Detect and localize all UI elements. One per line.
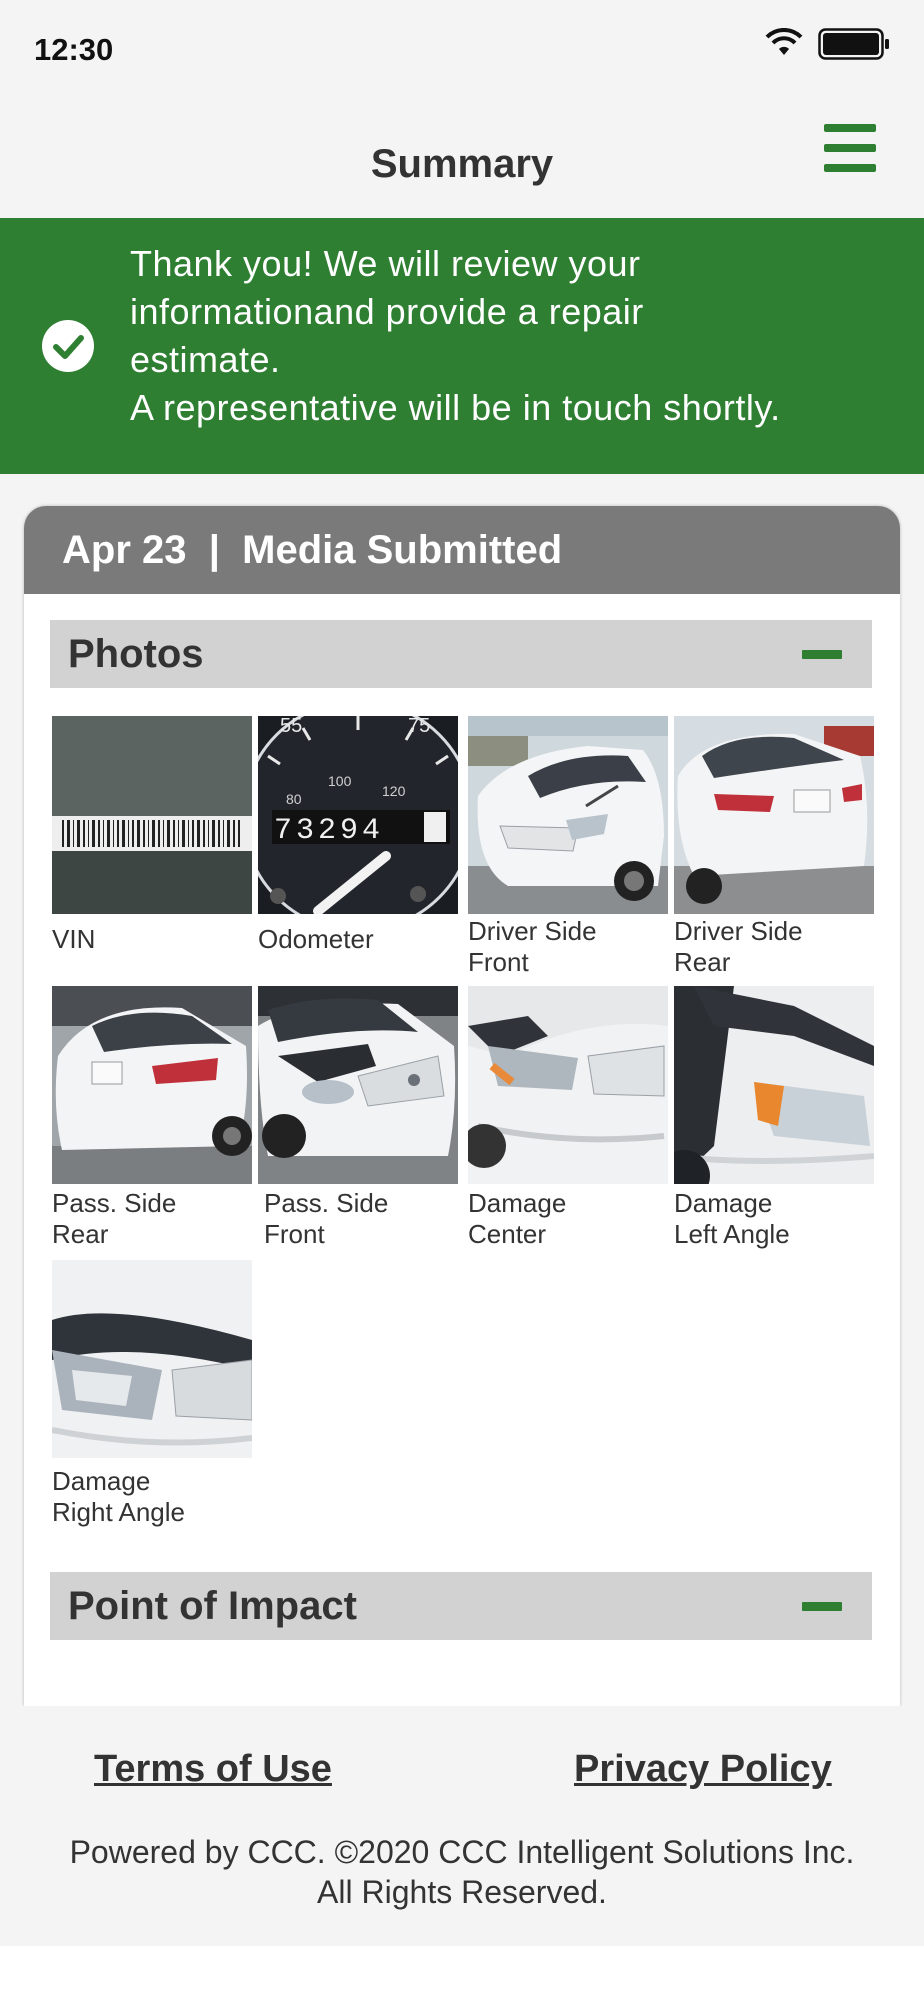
section-title: Point of Impact [68, 1584, 357, 1628]
thumb-label: Damage Right Angle [52, 1466, 185, 1527]
confirmation-line: Thank you! We will review your [130, 243, 641, 284]
damage-right-angle-photo[interactable] [52, 1260, 252, 1458]
svg-text:55: 55 [280, 716, 302, 737]
battery-icon [818, 28, 889, 60]
bottom-strip [0, 1946, 924, 2000]
svg-text:100: 100 [328, 773, 352, 789]
odometer-reading: 73294 [274, 814, 384, 848]
svg-text:120: 120 [382, 783, 406, 799]
thumb-label: Driver Side Rear [674, 916, 803, 977]
thumb-label: Damage Center [468, 1188, 567, 1249]
collapse-minus-icon[interactable] [802, 650, 842, 659]
nav-bar: Summary [0, 100, 924, 218]
submission-card: Apr 23 | Media Submitted Photos VIN 55 7… [24, 506, 900, 1706]
damage-left-angle-photo[interactable] [674, 986, 874, 1184]
footer: Terms of Use Privacy Policy Powered by C… [0, 1706, 924, 1946]
confirmation-message: Thank you! We will review your informati… [130, 240, 900, 432]
submission-date-status: Apr 23 | Media Submitted [62, 528, 563, 572]
section-title: Photos [68, 632, 204, 676]
point-of-impact-section-header[interactable]: Point of Impact [50, 1572, 872, 1640]
check-circle-icon [42, 320, 94, 372]
driver-side-rear-photo[interactable] [674, 716, 874, 914]
thumb-label: Odometer [258, 924, 374, 954]
terms-of-use-link[interactable]: Terms of Use [94, 1748, 332, 1791]
pass-side-front-photo[interactable] [258, 986, 458, 1184]
thumb-label: Pass. Side Front [264, 1188, 389, 1249]
privacy-policy-link[interactable]: Privacy Policy [574, 1748, 832, 1791]
copyright-text: Powered by CCC. ©2020 CCC Intelligent So… [69, 1834, 855, 1910]
card-header: Apr 23 | Media Submitted [24, 506, 900, 594]
page-title: Summary [370, 142, 554, 186]
svg-text:75: 75 [408, 716, 430, 737]
odometer-photo[interactable]: 55 75 100 120 80 73294 [258, 716, 458, 914]
damage-center-photo[interactable] [468, 986, 668, 1184]
confirmation-line: A representative will be in touch shortl… [130, 387, 781, 428]
hamburger-menu-icon[interactable] [818, 122, 882, 176]
status-time: 12:30 [34, 32, 114, 67]
confirmation-line: estimate. [130, 339, 281, 380]
status-bar: 12:30 [0, 0, 924, 100]
thumb-label: Pass. Side Rear [52, 1188, 177, 1249]
driver-side-front-photo[interactable] [468, 716, 668, 914]
confirmation-line: informationand provide a repair [130, 291, 644, 332]
thumb-label: Damage Left Angle [674, 1188, 790, 1249]
svg-text:80: 80 [286, 791, 302, 807]
collapse-minus-icon[interactable] [802, 1602, 842, 1611]
vin-photo[interactable] [52, 716, 252, 914]
thumb-label: Driver Side Front [468, 916, 597, 977]
pass-side-rear-photo[interactable] [52, 986, 252, 1184]
wifi-icon [765, 28, 803, 55]
photos-section-header[interactable]: Photos [50, 620, 872, 688]
thumb-label: VIN [52, 924, 96, 954]
